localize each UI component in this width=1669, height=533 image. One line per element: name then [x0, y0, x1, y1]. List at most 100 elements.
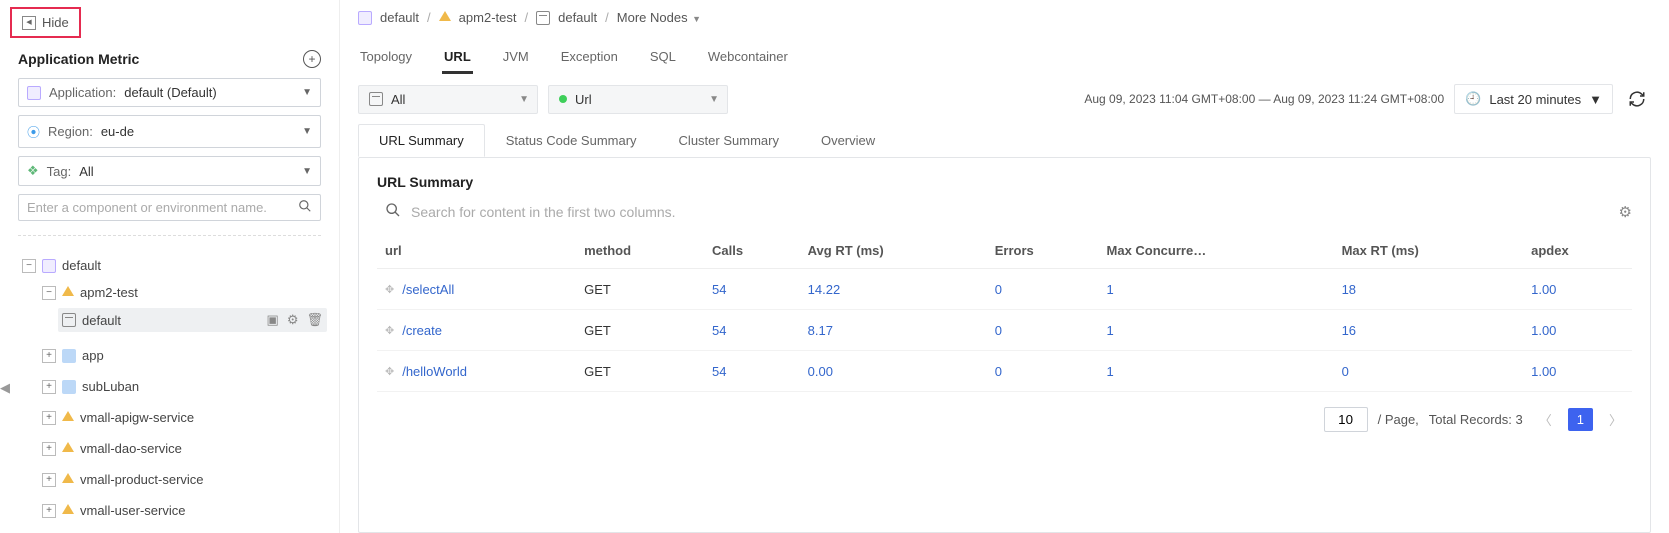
gear-icon[interactable]: ⚙	[1619, 203, 1632, 221]
expand-icon[interactable]	[42, 504, 56, 518]
image-icon[interactable]: ▣	[267, 312, 279, 328]
cube-icon	[62, 504, 74, 514]
tree-node-label: subLuban	[82, 379, 139, 394]
main: default / apm2-test / default / More Nod…	[340, 0, 1669, 533]
breadcrumb-link[interactable]: default	[380, 10, 419, 25]
env-filter-dropdown[interactable]: All ▼	[358, 85, 538, 114]
cell-calls[interactable]: 54	[712, 323, 726, 338]
tree-node-apm2-test[interactable]: apm2-test	[38, 281, 327, 304]
cell-calls[interactable]: 54	[712, 282, 726, 297]
expand-icon[interactable]	[42, 349, 56, 363]
page-size-input[interactable]	[1324, 407, 1368, 432]
search-icon[interactable]	[385, 202, 401, 221]
cell-max-conc[interactable]: 1	[1107, 282, 1114, 297]
expand-icon[interactable]	[42, 442, 56, 456]
hide-icon	[22, 16, 36, 30]
tree-node-subluban[interactable]: subLuban	[38, 375, 327, 398]
cell-max-rt[interactable]: 0	[1342, 364, 1349, 379]
tab-jvm[interactable]: JVM	[501, 43, 531, 74]
col-max-rt[interactable]: Max RT (ms)	[1334, 233, 1524, 269]
next-page-button[interactable]: 〉	[1603, 406, 1628, 433]
cell-errors[interactable]: 0	[995, 323, 1002, 338]
tab-sql[interactable]: SQL	[648, 43, 678, 74]
col-apdex[interactable]: apdex	[1523, 233, 1632, 269]
cell-max-conc[interactable]: 1	[1107, 323, 1114, 338]
tag-select[interactable]: ❖ Tag: All ▼	[18, 156, 321, 186]
url-link[interactable]: /selectAll	[402, 282, 454, 297]
subtab-status-code[interactable]: Status Code Summary	[485, 124, 658, 157]
url-summary-table: url method Calls Avg RT (ms) Errors Max …	[377, 233, 1632, 392]
cell-max-rt[interactable]: 18	[1342, 282, 1356, 297]
sidebar-search-input[interactable]	[27, 200, 292, 215]
table-row[interactable]: ✥/selectAllGET5414.2201181.00	[377, 269, 1632, 310]
cell-apdex[interactable]: 1.00	[1531, 364, 1556, 379]
tree-node-vmall-apigw[interactable]: vmall-apigw-service	[38, 406, 327, 429]
hide-button[interactable]: Hide	[10, 7, 81, 38]
table-row[interactable]: ✥/helloWorldGET540.000101.00	[377, 351, 1632, 392]
cell-avg-rt[interactable]: 0.00	[808, 364, 833, 379]
collapse-icon[interactable]	[22, 259, 36, 273]
url-link[interactable]: /create	[402, 323, 442, 338]
cell-max-conc[interactable]: 1	[1107, 364, 1114, 379]
page-button[interactable]: 1	[1568, 408, 1593, 431]
delete-icon[interactable]: 🗑	[306, 312, 323, 328]
tree-root[interactable]: default	[18, 254, 327, 277]
cell-apdex[interactable]: 1.00	[1531, 282, 1556, 297]
expand-icon[interactable]	[42, 411, 56, 425]
cell-max-rt[interactable]: 16	[1342, 323, 1356, 338]
sidebar-search[interactable]	[18, 194, 321, 221]
cell-errors[interactable]: 0	[995, 282, 1002, 297]
tree-node-vmall-dao[interactable]: vmall-dao-service	[38, 437, 327, 460]
cell-avg-rt[interactable]: 14.22	[808, 282, 841, 297]
application-select[interactable]: Application: default (Default) ▼	[18, 78, 321, 107]
expand-icon[interactable]	[42, 473, 56, 487]
cell-calls[interactable]: 54	[712, 364, 726, 379]
breadcrumb-more-nodes[interactable]: More Nodes ▼	[617, 10, 701, 25]
tabs: Topology URL JVM Exception SQL Webcontai…	[354, 35, 1655, 74]
col-calls[interactable]: Calls	[704, 233, 800, 269]
tree-node-vmall-product[interactable]: vmall-product-service	[38, 468, 327, 491]
breadcrumb: default / apm2-test / default / More Nod…	[354, 0, 1655, 35]
region-select[interactable]: ⦿ Region: eu-de ▼	[18, 115, 321, 148]
tree-env-default[interactable]: default ▣ ⚙ 🗑	[58, 308, 327, 332]
breadcrumb-sep: /	[427, 10, 431, 25]
collapse-handle[interactable]: ◀	[0, 380, 10, 396]
pager: / Page, Total Records: 3 〈 1 〉	[377, 392, 1632, 433]
tab-webcontainer[interactable]: Webcontainer	[706, 43, 790, 74]
cell-avg-rt[interactable]: 8.17	[808, 323, 833, 338]
url-link[interactable]: /helloWorld	[402, 364, 467, 379]
cell-method: GET	[576, 351, 704, 392]
col-method[interactable]: method	[576, 233, 704, 269]
tree-node-vmall-user[interactable]: vmall-user-service	[38, 499, 327, 522]
search-icon[interactable]	[298, 199, 312, 216]
time-preset-value: Last 20 minutes	[1489, 92, 1581, 107]
sidebar: Hide Application Metric + Application: d…	[0, 0, 340, 533]
col-max-conc[interactable]: Max Concurre…	[1099, 233, 1334, 269]
tab-exception[interactable]: Exception	[559, 43, 620, 74]
col-errors[interactable]: Errors	[987, 233, 1099, 269]
subtab-overview[interactable]: Overview	[800, 124, 896, 157]
tree-node-app[interactable]: app	[38, 344, 327, 367]
col-url[interactable]: url	[377, 233, 576, 269]
subtab-cluster[interactable]: Cluster Summary	[658, 124, 800, 157]
url-filter-dropdown[interactable]: Url ▼	[548, 85, 728, 114]
tab-url[interactable]: URL	[442, 43, 473, 74]
subtab-url-summary[interactable]: URL Summary	[358, 124, 485, 157]
env-icon	[369, 92, 383, 106]
cell-errors[interactable]: 0	[995, 364, 1002, 379]
gear-icon[interactable]: ⚙	[287, 312, 299, 328]
prev-page-button[interactable]: 〈	[1533, 406, 1558, 433]
add-metric-button[interactable]: +	[303, 50, 321, 68]
breadcrumb-link[interactable]: default	[558, 10, 597, 25]
tab-topology[interactable]: Topology	[358, 43, 414, 74]
time-preset-dropdown[interactable]: 🕘 Last 20 minutes ▼	[1454, 84, 1613, 114]
col-avg-rt[interactable]: Avg RT (ms)	[800, 233, 987, 269]
breadcrumb-link[interactable]: apm2-test	[459, 10, 517, 25]
table-search-input[interactable]	[411, 204, 1609, 220]
expand-icon[interactable]	[42, 380, 56, 394]
cell-apdex[interactable]: 1.00	[1531, 323, 1556, 338]
sidebar-title: Application Metric	[18, 51, 139, 67]
collapse-icon[interactable]	[42, 286, 56, 300]
table-row[interactable]: ✥/createGET548.1701161.00	[377, 310, 1632, 351]
refresh-button[interactable]	[1623, 85, 1651, 113]
